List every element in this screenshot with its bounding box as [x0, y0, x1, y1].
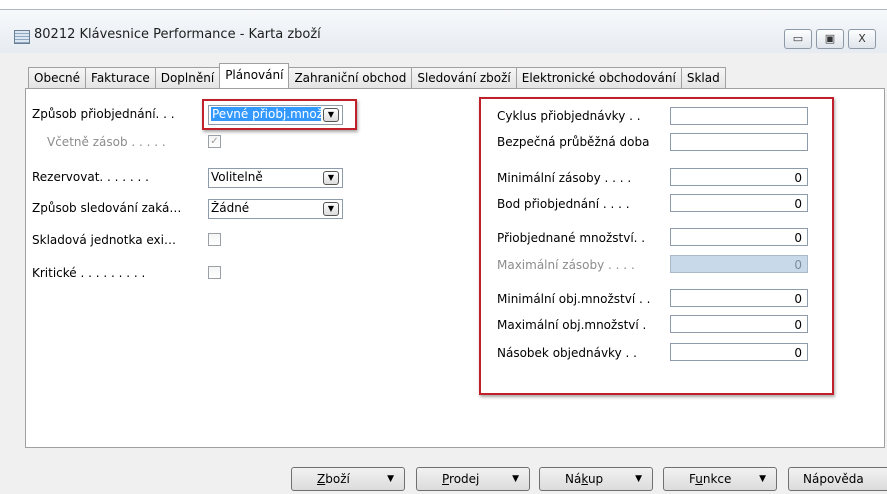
chevron-down-icon: ▼: [387, 474, 394, 484]
critical-checkbox[interactable]: [208, 266, 221, 279]
reserve-value: Volitelně: [211, 170, 263, 184]
maximize-button[interactable]: ▣: [816, 29, 844, 49]
tab-e-commerce[interactable]: Elektronické obchodování: [515, 67, 682, 88]
tab-invoicing[interactable]: Fakturace: [85, 67, 156, 88]
item-menu-label: Zboží: [317, 472, 350, 486]
functions-menu-label: Funkce: [689, 472, 732, 486]
dropdown-arrow-icon[interactable]: ▼: [323, 171, 339, 185]
include-inventory-label: Včetně zásob . . . . .: [47, 135, 166, 149]
window-title: 80212 Klávesnice Performance - Karta zbo…: [34, 27, 321, 42]
close-button[interactable]: X: [848, 29, 876, 49]
order-tracking-value: Žádné: [211, 201, 250, 215]
chevron-down-icon: ▼: [512, 474, 519, 484]
tab-general[interactable]: Obecné: [28, 67, 87, 88]
tab-foreign-trade[interactable]: Zahraniční obchod: [288, 67, 413, 88]
dropdown-arrow-icon[interactable]: ▼: [323, 202, 339, 216]
replenishment-method-label: Způsob přiobjednání. . .: [32, 107, 175, 121]
order-tracking-select[interactable]: Žádné ▼: [208, 199, 343, 219]
reserve-label: Rezervovat. . . . . . .: [32, 170, 149, 184]
planning-parameters-highlight-box: [479, 97, 834, 395]
sales-menu-label: Prodej: [442, 472, 480, 486]
tab-strip: Obecné Fakturace Doplnění Plánování Zahranič…: [28, 63, 726, 88]
order-tracking-label: Způsob sledování zaká…: [32, 201, 182, 215]
sku-exists-label: Skladová jednotka exi…: [32, 233, 176, 247]
tab-replenishment[interactable]: Doplnění: [154, 67, 221, 88]
reserve-select[interactable]: Volitelně ▼: [208, 168, 343, 188]
replenishment-highlight-box: [202, 99, 357, 130]
include-inventory-checkbox[interactable]: ✓: [208, 135, 221, 148]
functions-menu-button[interactable]: Funkce ▼: [663, 467, 777, 491]
sales-menu-button[interactable]: Prodej ▼: [416, 467, 530, 491]
window-icon: [14, 30, 30, 44]
help-button[interactable]: Nápověda: [788, 467, 887, 491]
chevron-down-icon: ▼: [635, 474, 642, 484]
sku-exists-checkbox[interactable]: [208, 233, 221, 246]
tab-item-tracking[interactable]: Sledování zboží: [411, 67, 517, 88]
item-menu-button[interactable]: Zboží ▼: [291, 467, 405, 491]
title-bar: 80212 Klávesnice Performance - Karta zbo…: [0, 9, 887, 54]
purchase-menu-label: Nákup: [565, 472, 604, 486]
tab-planning[interactable]: Plánování: [219, 63, 290, 88]
purchase-menu-button[interactable]: Nákup ▼: [539, 467, 653, 491]
item-card-window: 80212 Klávesnice Performance - Karta zbo…: [0, 0, 887, 494]
help-button-label: Nápověda: [803, 472, 864, 486]
chevron-down-icon: ▼: [759, 474, 766, 484]
minimize-button[interactable]: ▭: [784, 29, 812, 49]
critical-label: Kritické . . . . . . . . .: [32, 266, 146, 280]
tab-warehouse[interactable]: Sklad: [680, 67, 726, 88]
